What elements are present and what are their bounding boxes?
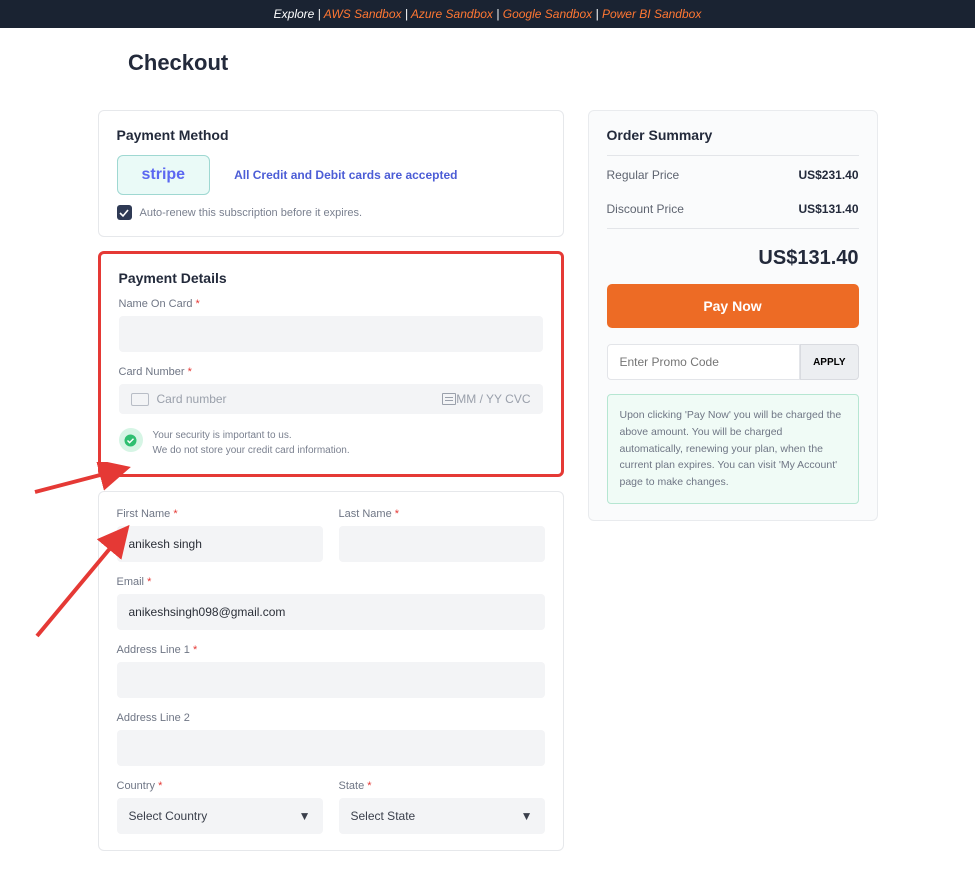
payment-method-card: Payment Method stripe All Credit and Deb… (98, 110, 564, 237)
order-summary-card: Order Summary Regular Price US$231.40 Di… (588, 110, 878, 521)
address2-label: Address Line 2 (117, 712, 545, 724)
explore-label: Explore (274, 7, 315, 21)
payment-details-heading: Payment Details (119, 270, 543, 286)
aws-sandbox-link[interactable]: AWS Sandbox (324, 7, 402, 21)
auto-renew-row[interactable]: Auto-renew this subscription before it e… (117, 205, 545, 220)
email-label: Email * (117, 576, 545, 588)
card-expiry-cvc-placeholder: MM / YY CVC (456, 392, 530, 406)
address2-input[interactable] (117, 730, 545, 766)
chevron-down-icon: ▼ (299, 809, 311, 823)
regular-price-row: Regular Price US$231.40 (607, 158, 859, 192)
state-label: State * (339, 780, 545, 792)
promo-code-input[interactable] (607, 344, 801, 380)
first-name-input[interactable] (117, 526, 323, 562)
auto-renew-label: Auto-renew this subscription before it e… (140, 207, 363, 219)
apply-promo-button[interactable]: APPLY (800, 344, 858, 380)
google-sandbox-link[interactable]: Google Sandbox (503, 7, 592, 21)
check-icon (119, 208, 129, 218)
shield-check-icon (119, 428, 143, 452)
card-number-input[interactable]: Card number MM / YY CVC (119, 384, 543, 414)
page-title: Checkout (128, 50, 975, 76)
card-number-placeholder: Card number (157, 392, 435, 406)
last-name-label: Last Name * (339, 508, 545, 520)
pay-now-button[interactable]: Pay Now (607, 284, 859, 328)
payment-note: Upon clicking 'Pay Now' you will be char… (607, 394, 859, 504)
chevron-down-icon: ▼ (521, 809, 533, 823)
card-scan-icon (442, 393, 456, 405)
stripe-option-button[interactable]: stripe (117, 155, 211, 195)
country-label: Country * (117, 780, 323, 792)
name-on-card-label: Name On Card * (119, 298, 543, 310)
discount-price-row: Discount Price US$131.40 (607, 192, 859, 226)
credit-card-icon (131, 393, 149, 406)
azure-sandbox-link[interactable]: Azure Sandbox (411, 7, 493, 21)
address1-input[interactable] (117, 662, 545, 698)
card-number-label: Card Number * (119, 366, 543, 378)
first-name-label: First Name * (117, 508, 323, 520)
powerbi-sandbox-link[interactable]: Power BI Sandbox (602, 7, 701, 21)
security-note: Your security is important to us. We do … (153, 428, 350, 458)
payment-method-heading: Payment Method (117, 127, 545, 143)
order-total: US$131.40 (607, 231, 859, 284)
cards-accepted-text: All Credit and Debit cards are accepted (234, 168, 457, 182)
address1-label: Address Line 1 * (117, 644, 545, 656)
email-input[interactable] (117, 594, 545, 630)
last-name-input[interactable] (339, 526, 545, 562)
auto-renew-checkbox[interactable] (117, 205, 132, 220)
payment-details-card: Payment Details Name On Card * Card Numb… (98, 251, 564, 477)
country-select[interactable]: Select Country ▼ (117, 798, 323, 834)
top-nav-bar: Explore | AWS Sandbox | Azure Sandbox | … (0, 0, 975, 28)
order-summary-heading: Order Summary (607, 127, 859, 143)
personal-details-card: First Name * Last Name * Email * Address… (98, 491, 564, 851)
name-on-card-input[interactable] (119, 316, 543, 352)
state-select[interactable]: Select State ▼ (339, 798, 545, 834)
